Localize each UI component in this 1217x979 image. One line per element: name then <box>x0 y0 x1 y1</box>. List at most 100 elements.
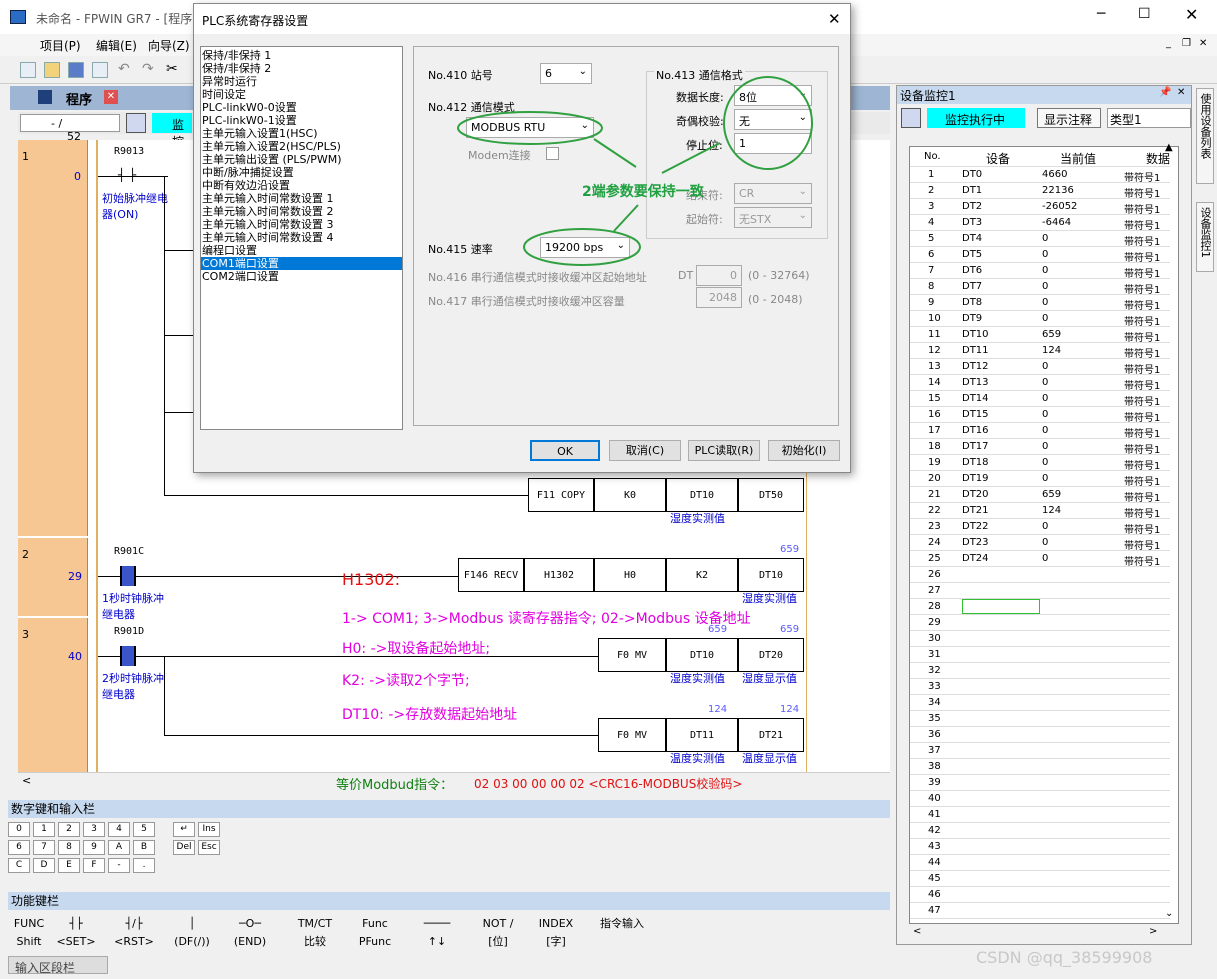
register-category-item[interactable]: 主单元输入时间常数设置 2 <box>201 205 402 218</box>
monitor-row[interactable]: 1 DT0 4660 带符号1 <box>910 167 1170 184</box>
monitor-row[interactable]: 43 <box>910 839 1170 855</box>
monitor-row[interactable]: 47 <box>910 903 1170 919</box>
key-dot[interactable]: . <box>133 858 155 873</box>
rung3-box1-dt10[interactable]: DT10 <box>666 638 738 672</box>
monitor-row[interactable]: 22 DT21 124 带符号1 <box>910 503 1170 520</box>
type-selector[interactable]: 类型1 <box>1107 108 1191 128</box>
monitor-row[interactable]: 39 <box>910 775 1170 791</box>
key-9[interactable]: 9 <box>83 840 105 855</box>
plc-read-button[interactable]: PLC读取(R) <box>688 440 760 461</box>
menu-wizard[interactable]: 向导(Z) <box>148 37 190 54</box>
register-category-item[interactable]: 中断有效边沿设置 <box>201 179 402 192</box>
func-key-10[interactable]: 指令输入 <box>592 916 652 932</box>
register-category-item[interactable]: 主单元输入设置1(HSC) <box>201 127 402 140</box>
key-b[interactable]: B <box>133 840 155 855</box>
monitor-row[interactable]: 21 DT20 659 带符号1 <box>910 487 1170 504</box>
menu-edit[interactable]: 编辑(E) <box>96 37 137 54</box>
monitor-mode-icon[interactable] <box>901 108 921 128</box>
rung1-box-dt50[interactable]: DT50 <box>738 478 804 512</box>
key-5[interactable]: 5 <box>133 822 155 837</box>
program-tab-close-icon[interactable]: ✕ <box>104 90 118 104</box>
shift-key-6[interactable]: PFunc <box>348 934 402 950</box>
monitor-running-badge[interactable]: 监控执行中 <box>927 108 1025 128</box>
new-file-icon[interactable] <box>20 62 36 78</box>
monitor-row[interactable]: 31 <box>910 647 1170 663</box>
register-category-item[interactable]: 主单元输入时间常数设置 4 <box>201 231 402 244</box>
rung2-box-h1302[interactable]: H1302 <box>524 558 594 592</box>
save-icon[interactable] <box>68 62 84 78</box>
monitor-mode-icon[interactable] <box>126 113 146 133</box>
minimize-icon[interactable]: ─ <box>1097 6 1105 22</box>
shift-key-2[interactable]: <RST> <box>106 934 162 950</box>
shift-key-4[interactable]: (END) <box>222 934 278 950</box>
side-tab-monitor[interactable]: 设备监控1 <box>1196 202 1214 272</box>
register-category-item[interactable]: 保持/非保持 2 <box>201 62 402 75</box>
monitor-row[interactable]: 10 DT9 0 带符号1 <box>910 311 1170 328</box>
monitor-row[interactable]: 8 DT7 0 带符号1 <box>910 279 1170 296</box>
monitor-close-icon[interactable]: ✕ <box>1177 87 1185 98</box>
monitor-mode-label[interactable]: 监控 <box>152 113 192 149</box>
monitor-row[interactable]: 12 DT11 124 带符号1 <box>910 343 1170 360</box>
func-key-6[interactable]: Func <box>348 916 402 932</box>
shift-key-1[interactable]: <SET> <box>48 934 104 950</box>
monitor-row[interactable]: 18 DT17 0 带符号1 <box>910 439 1170 456</box>
open-file-icon[interactable] <box>44 62 60 78</box>
rung1-box-dt10[interactable]: DT10 <box>666 478 738 512</box>
key-1[interactable]: 1 <box>33 822 55 837</box>
mdi-restore-icon[interactable]: ❐ <box>1182 38 1191 49</box>
register-category-item[interactable]: 保持/非保持 1 <box>201 49 402 62</box>
monitor-row[interactable]: 23 DT22 0 带符号1 <box>910 519 1170 536</box>
key-7[interactable]: 7 <box>33 840 55 855</box>
func-key-3[interactable]: │ <box>164 916 220 932</box>
program-tab[interactable]: 程序 <box>66 89 92 108</box>
rung1-box-k0[interactable]: K0 <box>594 478 666 512</box>
monitor-pin-icon[interactable]: 📌 <box>1159 87 1171 98</box>
monitor-row[interactable]: 26 <box>910 567 1170 583</box>
monitor-row[interactable]: 40 <box>910 791 1170 807</box>
register-category-item[interactable]: PLC-linkW0-0设置 <box>201 101 402 114</box>
key-e[interactable]: E <box>58 858 80 873</box>
key-d[interactable]: D <box>33 858 55 873</box>
selected-cell[interactable] <box>962 599 1040 614</box>
monitor-row[interactable]: 13 DT12 0 带符号1 <box>910 359 1170 376</box>
monitor-row[interactable]: 6 DT5 0 带符号1 <box>910 247 1170 264</box>
shift-key-9[interactable]: [字] <box>528 934 584 950</box>
key-a[interactable]: A <box>108 840 130 855</box>
menu-project[interactable]: 项目(P) <box>40 37 81 54</box>
monitor-row[interactable]: 17 DT16 0 带符号1 <box>910 423 1170 440</box>
register-category-item[interactable]: PLC-linkW0-1设置 <box>201 114 402 127</box>
register-category-item[interactable]: COM2端口设置 <box>201 270 402 283</box>
monitor-row[interactable]: 9 DT8 0 带符号1 <box>910 295 1170 312</box>
key-2[interactable]: 2 <box>58 822 80 837</box>
key-f[interactable]: F <box>83 858 105 873</box>
monitor-row[interactable]: 35 <box>910 711 1170 727</box>
key-enter[interactable]: ↵ <box>173 822 195 837</box>
monitor-row[interactable]: 37 <box>910 743 1170 759</box>
key-3[interactable]: 3 <box>83 822 105 837</box>
cancel-button[interactable]: 取消(C) <box>609 440 681 461</box>
monitor-row[interactable]: 44 <box>910 855 1170 871</box>
rung3-box2-f0[interactable]: F0 MV <box>598 718 666 752</box>
monitor-row[interactable]: 36 <box>910 727 1170 743</box>
scroll-up-icon[interactable]: ▲ <box>1165 142 1173 153</box>
monitor-row[interactable]: 27 <box>910 583 1170 599</box>
register-category-item[interactable]: 异常时运行 <box>201 75 402 88</box>
show-comment-button[interactable]: 显示注释 <box>1037 108 1101 128</box>
maximize-icon[interactable]: ☐ <box>1138 6 1151 22</box>
close-icon[interactable]: ✕ <box>1185 5 1198 24</box>
monitor-row[interactable]: 45 <box>910 871 1170 887</box>
redo-icon[interactable]: ↷ <box>142 61 154 77</box>
monitor-row[interactable]: 14 DT13 0 带符号1 <box>910 375 1170 392</box>
rung3-box2-dt21[interactable]: DT21 <box>738 718 804 752</box>
monitor-row[interactable]: 2 DT1 22136 带符号1 <box>910 183 1170 200</box>
monitor-row[interactable]: 29 <box>910 615 1170 631</box>
monitor-row[interactable]: 7 DT6 0 带符号1 <box>910 263 1170 280</box>
key-del[interactable]: Del <box>173 840 195 855</box>
monitor-row[interactable]: 28 <box>910 599 1170 615</box>
monitor-row[interactable]: 11 DT10 659 带符号1 <box>910 327 1170 344</box>
key-esc[interactable]: Esc <box>198 840 220 855</box>
init-button[interactable]: 初始化(I) <box>768 440 840 461</box>
register-category-item[interactable]: 主单元输出设置 (PLS/PWM) <box>201 153 402 166</box>
register-category-item[interactable]: 中断/脉冲捕捉设置 <box>201 166 402 179</box>
rung3-box1-dt20[interactable]: DT20 <box>738 638 804 672</box>
